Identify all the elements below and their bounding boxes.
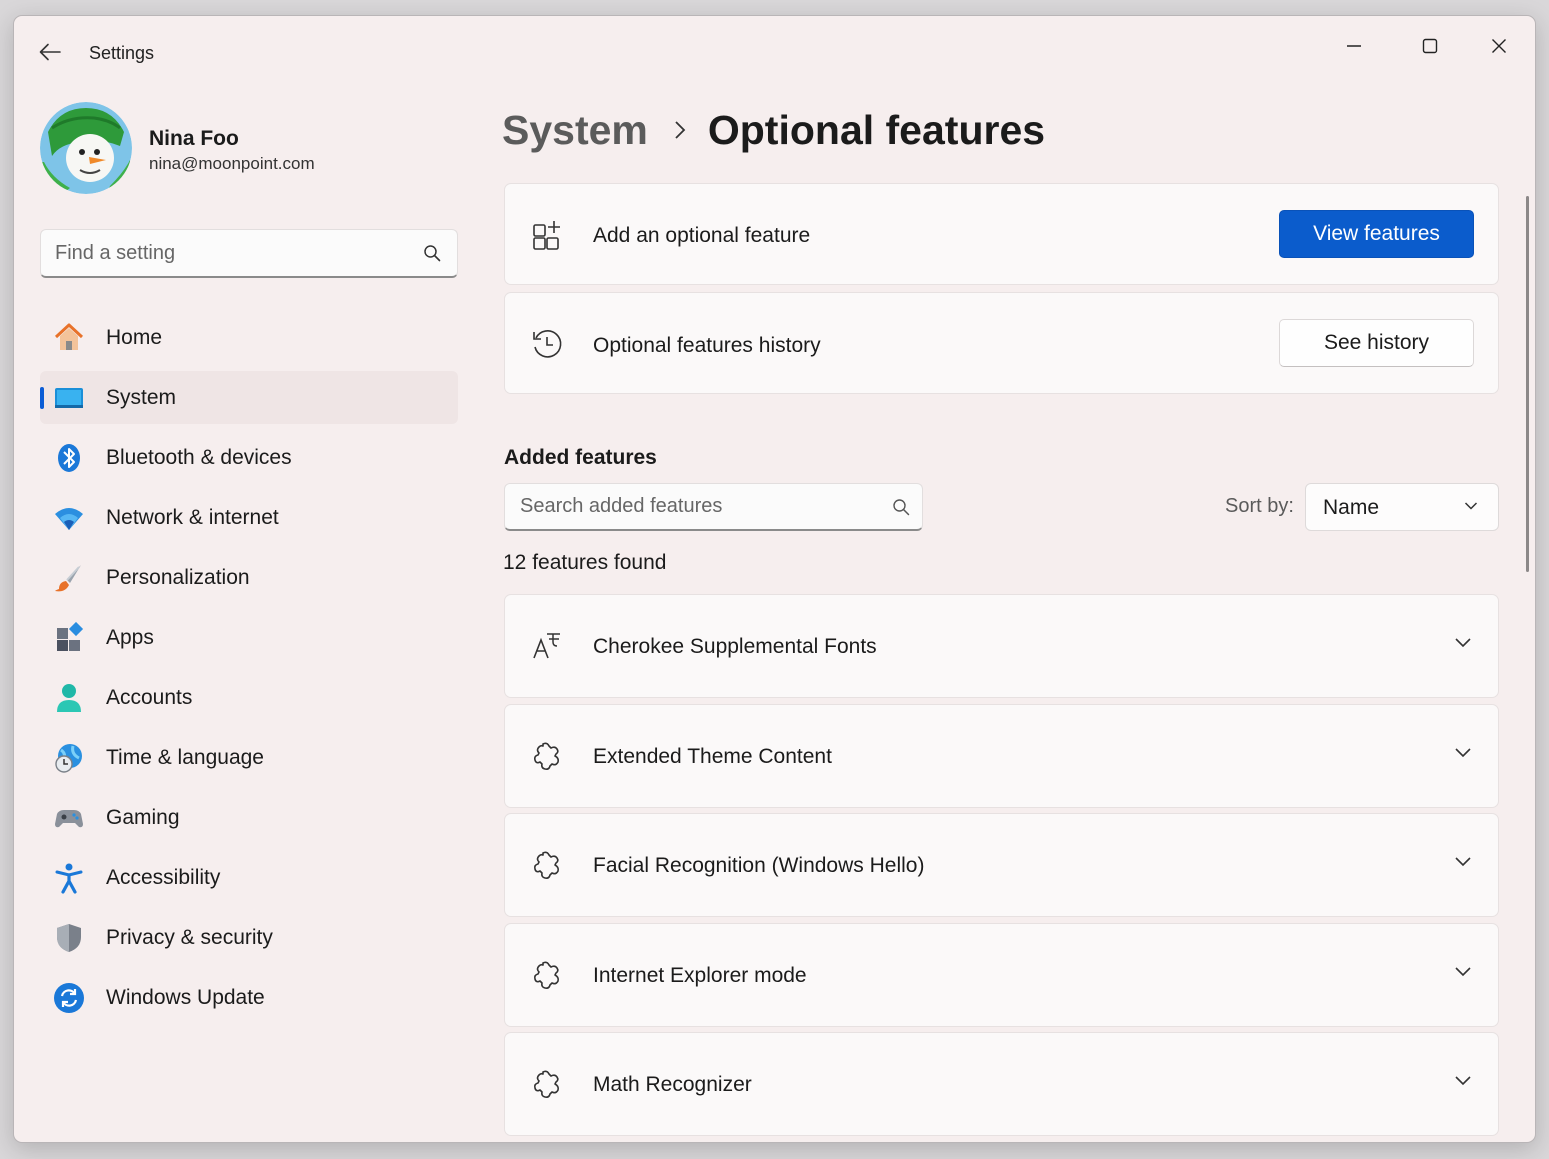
chevron-down-icon[interactable] [1454, 856, 1472, 868]
sync-icon [53, 982, 85, 1014]
close-icon [1492, 39, 1506, 53]
feature-label: Extended Theme Content [593, 745, 832, 768]
globe-clock-icon [53, 742, 85, 774]
add-app-icon [530, 218, 564, 252]
minimize-button[interactable] [1324, 26, 1384, 66]
puzzle-icon [530, 1067, 564, 1101]
sidebar-item-label: Network & internet [106, 505, 279, 529]
sort-dropdown[interactable]: Name [1305, 483, 1499, 531]
sidebar-nav: Home System Bluetooth & devices Network … [40, 311, 458, 1031]
avatar-image [40, 102, 132, 194]
chevron-down-icon[interactable] [1454, 1075, 1472, 1087]
settings-window: Settings Nina Foo nina@moonpoint.com Fin… [13, 15, 1536, 1143]
feature-label: Cherokee Supplemental Fonts [593, 635, 877, 658]
sidebar-item-accounts[interactable]: Accounts [40, 671, 458, 724]
feature-label: Math Recognizer [593, 1073, 752, 1096]
sidebar-item-label: Home [106, 325, 163, 349]
sidebar-item-privacy[interactable]: Privacy & security [40, 911, 458, 964]
system-icon [53, 382, 85, 414]
feature-item[interactable]: Math Recognizer [504, 1032, 1499, 1136]
view-features-button[interactable]: View features [1279, 210, 1474, 258]
sidebar-item-label: System [106, 385, 177, 409]
feature-label: Internet Explorer mode [593, 964, 807, 987]
minimize-icon [1347, 45, 1361, 47]
search-icon [424, 245, 441, 262]
sidebar-item-label: Apps [106, 625, 154, 649]
added-features-heading: Added features [504, 446, 657, 469]
feature-label: Facial Recognition (Windows Hello) [593, 854, 925, 877]
search-added-input[interactable] [520, 484, 870, 529]
find-setting-box[interactable] [40, 229, 458, 278]
add-feature-card: Add an optional feature View features [504, 183, 1499, 285]
puzzle-icon [530, 848, 564, 882]
sidebar-item-gaming[interactable]: Gaming [40, 791, 458, 844]
chevron-down-icon[interactable] [1454, 637, 1472, 649]
puzzle-icon [530, 739, 564, 773]
scrollbar-thumb[interactable] [1526, 196, 1529, 572]
sidebar-item-home[interactable]: Home [40, 311, 458, 364]
sidebar-item-label: Personalization [106, 565, 250, 589]
sidebar-item-label: Privacy & security [106, 925, 273, 949]
shield-icon [53, 922, 85, 954]
sidebar-item-label: Accessibility [106, 865, 221, 889]
apps-icon [53, 621, 85, 654]
user-name: Nina Foo [149, 127, 239, 150]
app-title: Settings [89, 43, 155, 63]
avatar [40, 102, 132, 194]
sidebar-item-network[interactable]: Network & internet [40, 491, 458, 544]
chevron-down-icon[interactable] [1454, 747, 1472, 759]
person-icon [53, 682, 85, 714]
history-card: Optional features history See history [504, 292, 1499, 394]
sidebar-item-label: Gaming [106, 805, 180, 829]
title-bar: Settings [14, 16, 1535, 88]
page-title: Optional features [707, 106, 1046, 153]
bluetooth-icon [53, 442, 85, 474]
maximize-icon [1422, 38, 1438, 54]
chevron-down-icon[interactable] [1454, 966, 1472, 978]
sidebar-item-personalization[interactable]: Personalization [40, 551, 458, 604]
features-count: 12 features found [503, 551, 667, 574]
search-icon [893, 499, 910, 516]
back-arrow-icon [39, 43, 61, 61]
chevron-right-icon [674, 120, 686, 140]
sort-value: Name [1323, 496, 1380, 519]
breadcrumb-parent[interactable]: System [502, 107, 648, 154]
find-setting-input[interactable] [55, 230, 405, 276]
sidebar-item-label: Windows Update [106, 985, 265, 1009]
accessibility-icon [53, 862, 85, 894]
wifi-icon [53, 502, 85, 534]
feature-item[interactable]: Facial Recognition (Windows Hello) [504, 813, 1499, 917]
sidebar-item-label: Accounts [106, 685, 193, 709]
search-added-box[interactable] [504, 483, 923, 531]
sidebar-item-bluetooth[interactable]: Bluetooth & devices [40, 431, 458, 484]
sidebar-item-accessibility[interactable]: Accessibility [40, 851, 458, 904]
feature-item[interactable]: Cherokee Supplemental Fonts [504, 594, 1499, 698]
history-icon [530, 327, 564, 361]
close-button[interactable] [1469, 26, 1529, 66]
sidebar-item-windows-update[interactable]: Windows Update [40, 971, 458, 1024]
puzzle-icon [530, 958, 564, 992]
chevron-down-icon [1464, 502, 1478, 510]
see-history-button[interactable]: See history [1279, 319, 1474, 367]
feature-item[interactable]: Internet Explorer mode [504, 923, 1499, 1027]
sidebar-item-label: Time & language [106, 745, 264, 769]
history-label: Optional features history [593, 334, 821, 357]
sidebar-item-system[interactable]: System [40, 371, 458, 424]
sort-by-label: Sort by: [1225, 495, 1294, 517]
gamepad-icon [53, 802, 85, 834]
feature-item[interactable]: Extended Theme Content [504, 704, 1499, 808]
breadcrumb: System Optional features [502, 102, 1045, 158]
back-button[interactable] [34, 38, 66, 66]
add-feature-label: Add an optional feature [593, 224, 811, 247]
maximize-button[interactable] [1400, 26, 1460, 66]
sidebar-item-label: Bluetooth & devices [106, 445, 292, 469]
user-email: nina@moonpoint.com [149, 154, 315, 173]
brush-icon [53, 562, 85, 594]
sidebar-item-time-language[interactable]: Time & language [40, 731, 458, 784]
home-icon [53, 322, 85, 354]
sidebar-item-apps[interactable]: Apps [40, 611, 458, 664]
font-icon [530, 629, 564, 663]
